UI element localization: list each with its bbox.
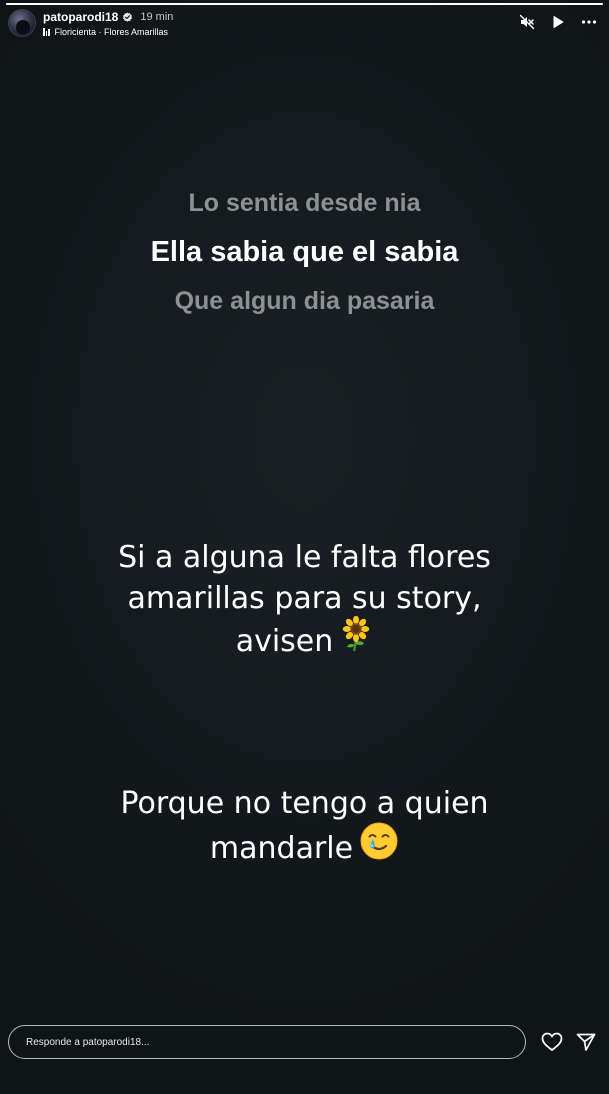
sunflower-icon [339, 615, 373, 663]
verified-badge-icon [123, 11, 133, 22]
music-attribution[interactable]: Floricienta · Flores Amarillas [43, 26, 168, 38]
speaker-muted-icon [519, 14, 535, 30]
lyric-previous: Lo sentia desde nia [188, 189, 421, 217]
caption-last-line: mandarle [40, 821, 569, 875]
lyric-current: Ella sabia que el sabia [150, 236, 459, 268]
lyric-next: Que algun dia pasaria [174, 287, 435, 315]
story-caption-2: Porque no tengo a quien mandarle [40, 783, 569, 875]
story-header: patoparodi18 19 min Floricienta · Flores… [8, 8, 601, 40]
post-time: 19 min [140, 11, 174, 23]
like-button[interactable] [541, 1032, 563, 1052]
story-view[interactable]: patoparodi18 19 min Floricienta · Flores… [0, 0, 609, 1094]
story-progress-bar [6, 3, 603, 5]
heart-icon [541, 1032, 563, 1051]
play-button[interactable] [550, 14, 566, 30]
story-progress-fill [6, 3, 603, 5]
more-options-button[interactable] [581, 14, 597, 30]
send-icon [576, 1033, 596, 1051]
play-icon [553, 16, 564, 28]
mute-button[interactable] [519, 14, 535, 30]
story-caption-1: Si a alguna le falta flores amarillas pa… [40, 537, 569, 666]
avatar[interactable] [8, 9, 36, 37]
share-button[interactable] [576, 1032, 596, 1052]
music-bars-icon [43, 28, 50, 36]
caption-line: Porque no tengo a quien [120, 786, 489, 821]
username[interactable]: patoparodi18 [43, 10, 118, 24]
user-line: patoparodi18 19 min [43, 10, 173, 24]
caption-line: Si a alguna le falta flores [118, 540, 491, 575]
reply-input[interactable] [8, 1025, 526, 1059]
smiling-face-with-tear-icon [359, 821, 399, 872]
more-dots-icon [581, 20, 597, 24]
caption-text: mandarle [209, 831, 354, 866]
caption-text: avisen [235, 624, 334, 659]
story-controls [519, 14, 597, 30]
story-footer [0, 1024, 609, 1094]
music-title: Floricienta · Flores Amarillas [54, 27, 169, 37]
caption-line: amarillas para su story, [127, 581, 482, 616]
caption-last-line: avisen [40, 615, 569, 666]
